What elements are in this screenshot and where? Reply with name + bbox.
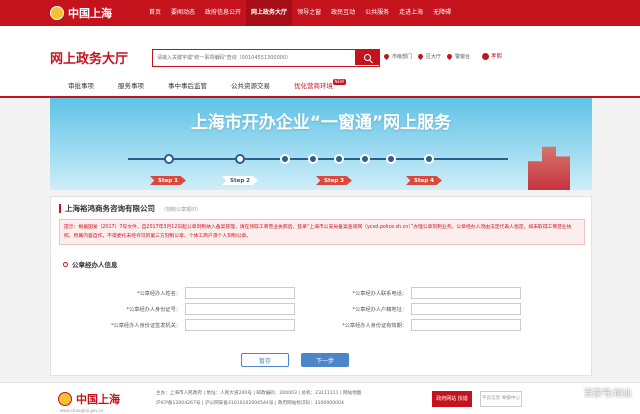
report-center-badge[interactable]: 不良信息 举报中心 (480, 391, 522, 407)
field-id-issuer: *公章经办人身份证签发机关： (101, 319, 295, 331)
field-id-validity: *公章经办人身份证有效期： (327, 319, 521, 331)
banner-title: 上海市开办企业“一窗通”网上服务 (190, 113, 452, 133)
step-4-label: Step 4 (414, 178, 434, 184)
emblem-icon (50, 6, 64, 20)
field-name: *公章经办人姓名： (101, 287, 295, 299)
field-label: *公章经办人户籍地址： (352, 306, 407, 313)
accent-bar (59, 204, 61, 213)
top-nav-bar: 中国上海 首页 要闻动态 政府信息公开 网上政务大厅 领导之窗 政民互动 公共服… (0, 0, 640, 26)
form-actions: 暂存 下一步 (241, 353, 349, 367)
nav-item-leaders[interactable]: 领导之窗 (292, 0, 326, 26)
nav-item-news[interactable]: 要闻动态 (166, 0, 200, 26)
next-step-button[interactable]: 下一步 (301, 353, 349, 367)
location-label: 市级部门 (392, 53, 413, 60)
section-title: 公章经办人信息 (63, 259, 118, 269)
step-1-dot (164, 154, 174, 164)
company-header: 上海裕鸿商务咨询有限公司 （刻制公章报印） (59, 203, 201, 214)
tab-supervision[interactable]: 事中事后监管 (156, 76, 219, 96)
service-banner: 上海市开办企业“一窗通”网上服务 Step 1 Step 2 Step 3 St… (50, 98, 592, 190)
location-label: 区大厅 (426, 53, 442, 60)
step-dot (308, 154, 318, 164)
search-box (152, 49, 380, 67)
site-logo-text: 中国上海 (68, 7, 112, 20)
field-phone: *公章经办人联系电话： (327, 287, 521, 299)
search-input[interactable] (153, 50, 353, 65)
search-button[interactable] (355, 50, 379, 65)
step-1-label: Step 1 (158, 178, 178, 184)
location-link-district[interactable]: 区大厅 (416, 52, 442, 60)
nav-item-public-service[interactable]: 公共服务 (360, 0, 394, 26)
skyline-illustration (528, 146, 570, 190)
sub-nav: 审批事项 服务事项 事中事后监管 公共资源交易 优化营商环境 NEW (0, 76, 640, 98)
emblem-icon (58, 392, 72, 406)
id-validity-input[interactable] (411, 319, 521, 331)
search-icon (363, 54, 371, 61)
step-2-label: Step 2 (230, 178, 250, 184)
tab-public-resources[interactable]: 公共资源交易 (219, 76, 282, 96)
location-pin-icon (416, 52, 425, 60)
header: 网上政务大厅 市级部门 区大厅 警窗台 孝熙 (0, 26, 640, 76)
id-issuer-input[interactable] (185, 319, 295, 331)
new-badge: NEW (332, 79, 346, 85)
footer: 中国上海 www.shanghai.gov.cn 主办：上海市人民政府 | 地址… (0, 382, 640, 414)
footer-badges: 政府网站 找错 不良信息 举报中心 (432, 391, 522, 407)
user-icon (482, 52, 490, 60)
step-2-dot (235, 154, 245, 164)
save-draft-button[interactable]: 暂存 (241, 353, 289, 367)
section-title-text: 公章经办人信息 (72, 261, 118, 269)
location-pin-icon (445, 52, 454, 60)
nav-item-gov-info[interactable]: 政府信息公开 (200, 0, 246, 26)
nav-item-online-hall[interactable]: 网上政务大厅 (246, 0, 293, 26)
tab-business-environment[interactable]: 优化营商环境 NEW (282, 76, 346, 96)
location-links: 市级部门 区大厅 警窗台 孝熙 (382, 52, 502, 60)
id-number-input[interactable] (185, 303, 295, 315)
field-label: *公章经办人姓名： (136, 290, 181, 297)
nav-item-about-shanghai[interactable]: 走进上海 (394, 0, 428, 26)
address-input[interactable] (411, 303, 521, 315)
steps-track (128, 158, 508, 160)
location-link-window[interactable]: 警窗台 (445, 52, 471, 60)
company-subtitle: （刻制公章报印） (161, 207, 202, 213)
page-title: 网上政务大厅 (50, 52, 129, 67)
tab-label: 优化营商环境 (294, 82, 333, 90)
find-errors-badge[interactable]: 政府网站 找错 (432, 391, 472, 407)
location-link-city[interactable]: 市级部门 (382, 52, 413, 60)
company-name: 上海裕鸿商务咨询有限公司 (65, 204, 155, 213)
form-panel: 上海裕鸿商务咨询有限公司 （刻制公章报印） 提示：根据国发〔2017〕7号文件，… (50, 196, 592, 376)
nav-item-home[interactable]: 首页 (144, 0, 166, 26)
site-logo[interactable]: 中国上海 (50, 4, 112, 22)
field-address: *公章经办人户籍地址： (327, 303, 521, 315)
step-dot (280, 154, 290, 164)
tab-services[interactable]: 服务事项 (106, 76, 156, 96)
field-label: *公章经办人身份证号： (126, 306, 181, 313)
field-label: *公章经办人联系电话： (352, 290, 407, 297)
step-3-label: Step 3 (324, 178, 344, 184)
field-label: *公章经办人身份证有效期： (342, 322, 407, 329)
field-id-number: *公章经办人身份证号： (101, 303, 295, 315)
location-label: 警窗台 (455, 53, 471, 60)
phone-input[interactable] (411, 287, 521, 299)
footer-url: www.shanghai.gov.cn (60, 408, 104, 413)
user-name: 孝熙 (491, 54, 503, 60)
step-dot (360, 154, 370, 164)
step-dot (386, 154, 396, 164)
location-pin-icon (382, 52, 391, 60)
name-input[interactable] (185, 287, 295, 299)
nav-item-interaction[interactable]: 政民互动 (326, 0, 360, 26)
watermark: 百家号/创业 (583, 389, 632, 399)
step-3-dot (334, 154, 344, 164)
step-4-dot (424, 154, 434, 164)
footer-info: 主办：上海市人民政府 | 地址：人民大道200号 | 邮政编码：200003 |… (156, 389, 361, 409)
field-label: *公章经办人身份证签发机关： (110, 322, 181, 329)
footer-line: 沪ICP备12004267号 | 沪公网安备31010102004544号 | … (156, 401, 344, 406)
footer-logo-text: 中国上海 (76, 393, 120, 406)
nav-item-accessibility[interactable]: 无障碍 (428, 0, 456, 26)
tab-approval[interactable]: 审批事项 (56, 76, 106, 96)
section-bullet-icon (63, 261, 68, 267)
user-account-link[interactable]: 孝熙 (482, 52, 502, 60)
notice-box: 提示：根据国发〔2017〕7号文件，自2017年3月12日起公章刻制纳入备案管理… (59, 219, 585, 245)
main-nav: 首页 要闻动态 政府信息公开 网上政务大厅 领导之窗 政民互动 公共服务 走进上… (144, 0, 456, 26)
footer-line: 主办：上海市人民政府 | 地址：人民大道200号 | 邮政编码：200003 |… (156, 391, 362, 396)
footer-logo: 中国上海 (58, 391, 120, 407)
